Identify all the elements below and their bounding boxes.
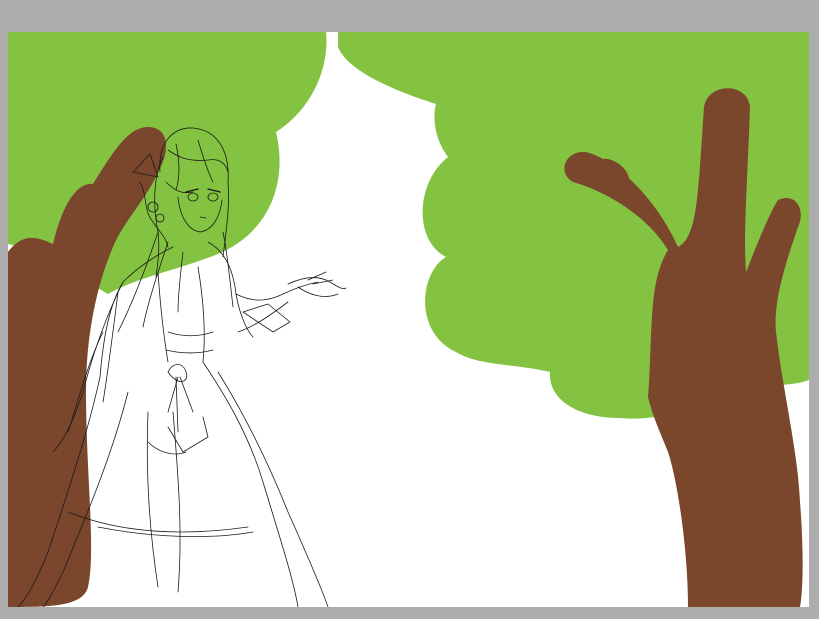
drawing-canvas[interactable] <box>8 32 809 607</box>
workspace <box>0 0 819 619</box>
artwork <box>8 32 809 607</box>
